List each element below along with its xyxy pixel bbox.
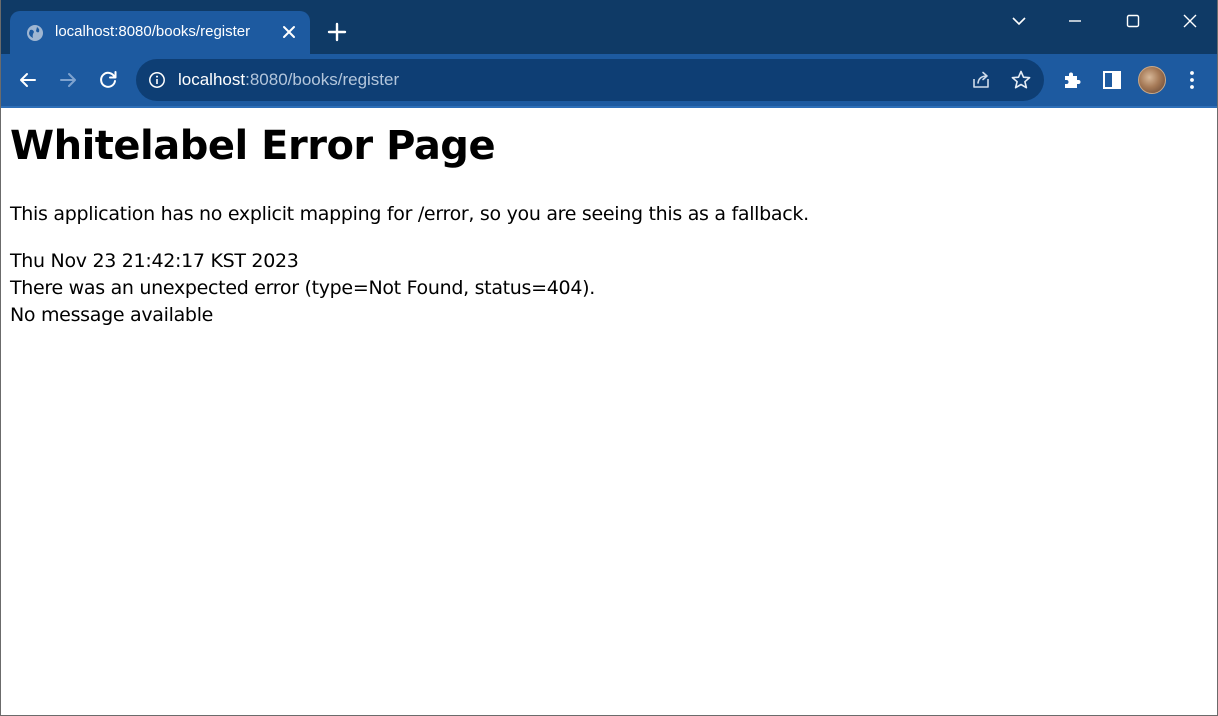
error-description: This application has no explicit mapping…: [10, 203, 809, 225]
browser-toolbar: localhost:8080/books/register: [0, 54, 1218, 108]
tab-title: localhost:8080/books/register: [55, 23, 251, 40]
close-icon[interactable]: [280, 23, 298, 41]
error-timestamp: Thu Nov 23 21:42:17 KST 2023: [10, 250, 299, 272]
page-content: Whitelabel Error Page This application h…: [0, 108, 1218, 716]
side-panel-icon[interactable]: [1100, 68, 1124, 92]
page-title: Whitelabel Error Page: [10, 123, 496, 169]
error-status-line: There was an unexpected error (type=Not …: [10, 277, 595, 299]
maximize-icon[interactable]: [1120, 8, 1146, 34]
address-url[interactable]: localhost:8080/books/register: [178, 70, 399, 90]
browser-tab[interactable]: localhost:8080/books/register: [10, 11, 310, 54]
error-message: No message available: [10, 304, 214, 326]
minimize-icon[interactable]: [1062, 8, 1088, 34]
share-icon[interactable]: [970, 69, 992, 91]
tab-strip: localhost:8080/books/register: [0, 0, 1218, 54]
window-close-icon[interactable]: [1177, 8, 1203, 34]
address-bar[interactable]: localhost:8080/books/register: [136, 59, 1044, 101]
avatar[interactable]: [1138, 66, 1166, 94]
forward-arrow-icon[interactable]: [56, 68, 80, 92]
chevron-down-icon[interactable]: [1006, 8, 1032, 34]
plus-icon[interactable]: [326, 21, 348, 43]
puzzle-icon[interactable]: [1060, 68, 1084, 92]
url-host: localhost: [178, 70, 246, 89]
info-icon[interactable]: [148, 71, 166, 89]
back-arrow-icon[interactable]: [16, 68, 40, 92]
url-path: :8080/books/register: [245, 70, 400, 89]
kebab-menu-icon[interactable]: [1180, 68, 1204, 92]
reload-icon[interactable]: [96, 68, 120, 92]
star-icon[interactable]: [1010, 69, 1032, 91]
globe-icon: [27, 25, 43, 41]
